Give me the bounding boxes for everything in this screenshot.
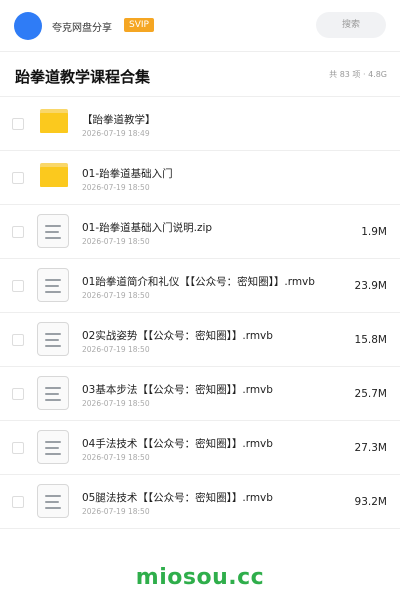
file-size: 25.7M: [354, 388, 387, 400]
page-title: 跆拳道教学课程合集: [15, 68, 151, 86]
row-checkbox[interactable]: [12, 388, 24, 400]
file-size: 23.9M: [354, 280, 387, 292]
file-size: 93.2M: [354, 496, 387, 508]
document-icon: [37, 214, 69, 248]
row-checkbox[interactable]: [12, 496, 24, 508]
file-name[interactable]: 01-跆拳道基础入门说明.zip: [82, 220, 212, 235]
file-date: 2026-07-19 18:50: [82, 237, 150, 246]
footer: miosou.cc: [0, 545, 400, 600]
list-item[interactable]: 02实战姿势【【公众号：密知圈】】.rmvb 2026-07-19 18:50 …: [0, 313, 400, 367]
file-date: 2026-07-19 18:50: [82, 345, 150, 354]
file-name[interactable]: 02实战姿势【【公众号：密知圈】】.rmvb: [82, 328, 273, 343]
list-item[interactable]: 04手法技术【【公众号：密知圈】】.rmvb 2026-07-19 18:50 …: [0, 421, 400, 475]
list-item[interactable]: 01-跆拳道基础入门说明.zip 2026-07-19 18:50 1.9M: [0, 205, 400, 259]
row-checkbox[interactable]: [12, 118, 24, 130]
row-checkbox[interactable]: [12, 172, 24, 184]
file-size: 15.8M: [354, 334, 387, 346]
list-item[interactable]: 【跆拳道教学】 2026-07-19 18:49: [0, 97, 400, 151]
list-item[interactable]: 01-跆拳道基础入门 2026-07-19 18:50: [0, 151, 400, 205]
file-name[interactable]: 03基本步法【【公众号：密知圈】】.rmvb: [82, 382, 273, 397]
svip-badge[interactable]: SVIP: [124, 18, 154, 32]
file-date: 2026-07-19 18:50: [82, 453, 150, 462]
list-item[interactable]: 03基本步法【【公众号：密知圈】】.rmvb 2026-07-19 18:50 …: [0, 367, 400, 421]
document-icon: [37, 322, 69, 356]
file-size: 27.3M: [354, 442, 387, 454]
file-name[interactable]: 01-跆拳道基础入门: [82, 166, 173, 181]
row-checkbox[interactable]: [12, 280, 24, 292]
row-checkbox[interactable]: [12, 334, 24, 346]
document-icon: [37, 430, 69, 464]
watermark: miosou.cc: [135, 565, 265, 590]
file-date: 2026-07-19 18:50: [82, 399, 150, 408]
file-name[interactable]: 04手法技术【【公众号：密知圈】】.rmvb: [82, 436, 273, 451]
title-bar: 跆拳道教学课程合集 共 83 项 · 4.8G: [0, 52, 400, 97]
file-name[interactable]: 05腿法技术【【公众号：密知圈】】.rmvb: [82, 490, 273, 505]
file-name[interactable]: 01跆拳道简介和礼仪【【公众号：密知圈】】.rmvb: [82, 274, 315, 289]
item-count: 共 83 项 · 4.8G: [329, 70, 387, 79]
avatar[interactable]: [14, 12, 42, 40]
file-date: 2026-07-19 18:49: [82, 129, 150, 138]
document-icon: [37, 484, 69, 518]
file-list: 【跆拳道教学】 2026-07-19 18:49 01-跆拳道基础入门 2026…: [0, 97, 400, 529]
file-size: 1.9M: [361, 226, 387, 238]
search-button[interactable]: 搜索: [316, 12, 386, 38]
file-date: 2026-07-19 18:50: [82, 507, 150, 516]
list-item[interactable]: 05腿法技术【【公众号：密知圈】】.rmvb 2026-07-19 18:50 …: [0, 475, 400, 529]
document-icon: [37, 376, 69, 410]
brand-name: 夸克网盘分享: [52, 23, 112, 34]
header-bar: 夸克网盘分享 SVIP 搜索: [0, 0, 400, 52]
row-checkbox[interactable]: [12, 226, 24, 238]
file-date: 2026-07-19 18:50: [82, 183, 150, 192]
row-checkbox[interactable]: [12, 442, 24, 454]
folder-icon: [40, 109, 68, 133]
list-item[interactable]: 01跆拳道简介和礼仪【【公众号：密知圈】】.rmvb 2026-07-19 18…: [0, 259, 400, 313]
folder-icon: [40, 163, 68, 187]
document-icon: [37, 268, 69, 302]
file-date: 2026-07-19 18:50: [82, 291, 150, 300]
file-name[interactable]: 【跆拳道教学】: [82, 112, 156, 127]
